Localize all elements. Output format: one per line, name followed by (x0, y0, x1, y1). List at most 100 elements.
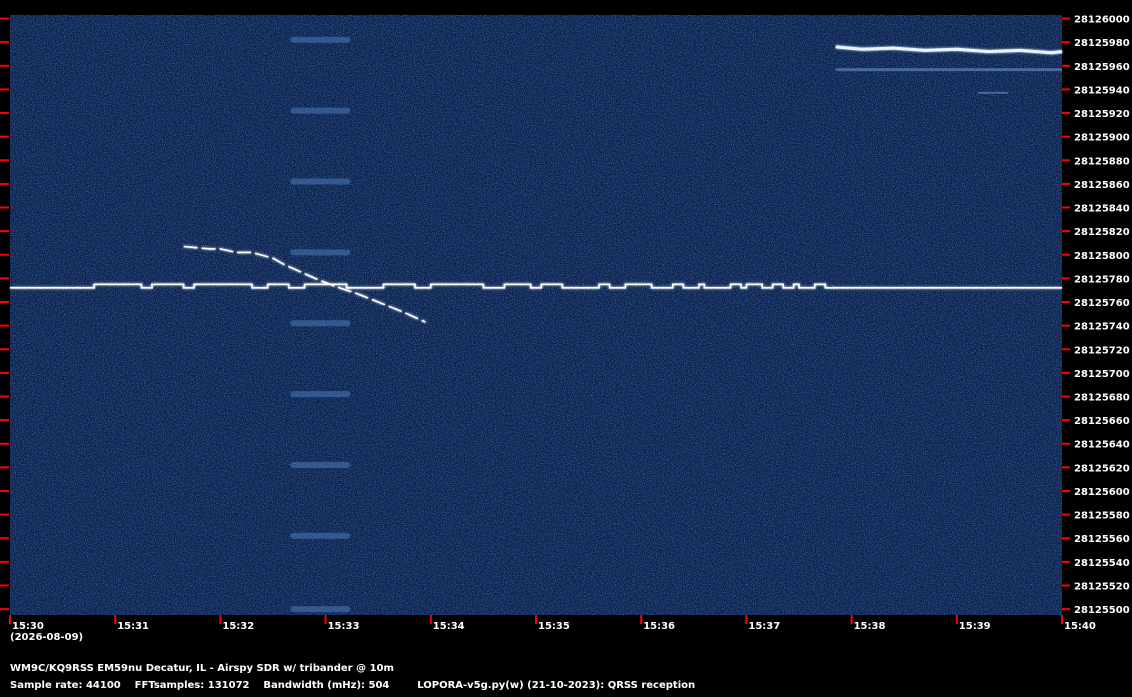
artifact-blob (290, 178, 351, 185)
station-info: WM9C/KQ9RSS EM59nu Decatur, IL - Airspy … (10, 663, 394, 674)
noise-texture (10, 15, 1062, 615)
y-tick-mark-right (1062, 112, 1070, 115)
y-tick-label: 28125760 (1074, 298, 1130, 309)
spectrogram-chart: 28126000 28125980 28125960 28125940 28125920… (0, 15, 1130, 632)
y-tick-label: 28125840 (1074, 204, 1130, 215)
artifact-blob (290, 391, 351, 398)
y-tick-mark-left (0, 277, 9, 280)
y-tick-mark-left (0, 466, 9, 469)
y-tick-label: 28125780 (1074, 274, 1130, 285)
x-tick-mark (429, 615, 432, 624)
y-tick-mark-right (1062, 159, 1070, 162)
y-tick-label: 28125980 (1074, 38, 1130, 49)
x-tick-label: 15:35 (538, 621, 570, 632)
y-tick-mark-left (0, 159, 9, 162)
y-tick-label: 28125800 (1074, 251, 1130, 262)
y-tick-mark-right (1062, 88, 1070, 91)
y-tick-label: 28125560 (1074, 534, 1130, 545)
y-tick-mark-right (1062, 230, 1070, 233)
reception-info: Sample rate: 44100 FFTsamples: 131072 Ba… (10, 680, 696, 691)
y-tick-label: 28125640 (1074, 440, 1130, 451)
x-tick-mark (114, 615, 117, 624)
x-tick-label: 15:31 (117, 621, 149, 632)
y-tick-label: 28125900 (1074, 133, 1130, 144)
x-tick-mark (324, 615, 327, 624)
date-label: (2026-08-09) (10, 632, 84, 643)
y-tick-mark-right (1062, 466, 1070, 469)
artifact-band (835, 68, 1062, 72)
y-tick-label: 28125520 (1074, 581, 1130, 592)
y-tick-mark-right (1062, 324, 1070, 327)
y-tick-label: 28125680 (1074, 392, 1130, 403)
y-tick-mark-right (1062, 182, 1070, 185)
y-tick-label: 28125620 (1074, 463, 1130, 474)
artifact-blob (290, 249, 351, 256)
y-tick-mark-left (0, 301, 9, 304)
x-axis: 15:30 15:31 15:32 15:33 15:34 15:35 15:36 15:37… (9, 615, 1096, 632)
x-tick-label: 15:32 (222, 621, 254, 632)
y-tick-mark-left (0, 112, 9, 115)
x-tick-mark (640, 615, 643, 624)
y-tick-mark-right (1062, 41, 1070, 44)
y-tick-label: 28125920 (1074, 109, 1130, 120)
y-tick-label: 28125960 (1074, 62, 1130, 73)
x-tick-label: 15:39 (959, 621, 991, 632)
y-tick-mark-right (1062, 371, 1070, 374)
x-tick-label: 15:34 (433, 621, 465, 632)
y-tick-mark-right (1062, 442, 1070, 445)
grabber-window: 28126000 28125980 28125960 28125940 28125920… (0, 0, 1132, 697)
y-tick-mark-left (0, 608, 9, 611)
y-tick-mark-right (1062, 277, 1070, 280)
artifact-blob (290, 36, 351, 43)
y-tick-mark-left (0, 419, 9, 422)
y-tick-mark-right (1062, 560, 1070, 563)
x-tick-label: 15:40 (1064, 621, 1096, 632)
x-tick-mark (955, 615, 958, 624)
y-tick-mark-left (0, 135, 9, 138)
y-tick-label: 28125580 (1074, 511, 1130, 522)
y-tick-mark-left (0, 64, 9, 67)
y-tick-mark-right (1062, 537, 1070, 540)
x-tick-mark (219, 615, 222, 624)
y-tick-mark-left (0, 537, 9, 540)
y-tick-label: 28125500 (1074, 605, 1130, 616)
x-tick-mark (745, 615, 748, 624)
y-tick-mark-right (1062, 513, 1070, 516)
x-tick-mark (535, 615, 537, 624)
y-tick-mark-right (1062, 206, 1070, 209)
y-tick-mark-right (1062, 17, 1070, 20)
y-tick-mark-right (1062, 64, 1070, 67)
y-tick-mark-left (0, 395, 9, 398)
y-tick-label: 28125600 (1074, 487, 1130, 498)
y-tick-mark-left (0, 560, 9, 563)
x-tick-label: 15:36 (643, 621, 675, 632)
artifact-blob (290, 320, 351, 327)
x-tick-label: 15:37 (748, 621, 780, 632)
y-tick-mark-left (0, 489, 9, 492)
y-tick-mark-left (0, 584, 9, 587)
y-tick-mark-right (1062, 395, 1070, 398)
y-tick-label: 28125880 (1074, 156, 1130, 167)
x-tick-mark (1061, 615, 1063, 624)
y-tick-mark-left (0, 442, 9, 445)
y-tick-mark-right (1062, 348, 1070, 351)
y-tick-label: 28125700 (1074, 369, 1130, 380)
y-tick-label: 28125540 (1074, 558, 1130, 569)
y-tick-mark-left (0, 324, 9, 327)
y-tick-mark-left (0, 230, 9, 233)
y-tick-mark-right (1062, 253, 1070, 256)
y-tick-mark-left (0, 206, 9, 209)
y-tick-mark-right (1062, 135, 1070, 138)
artifact-band (977, 91, 1008, 94)
y-tick-label: 28125820 (1074, 227, 1130, 238)
x-tick-label: 15:38 (854, 621, 886, 632)
artifact-blob (290, 606, 351, 613)
artifact-blob (290, 462, 351, 468)
y-tick-label: 28125660 (1074, 416, 1130, 427)
y-tick-mark-left (0, 182, 9, 185)
y-tick-mark-left (0, 41, 9, 44)
y-tick-mark-left (0, 348, 9, 351)
y-tick-label: 28125860 (1074, 180, 1130, 191)
y-tick-label: 28125740 (1074, 322, 1130, 333)
y-tick-label: 28125940 (1074, 85, 1130, 96)
